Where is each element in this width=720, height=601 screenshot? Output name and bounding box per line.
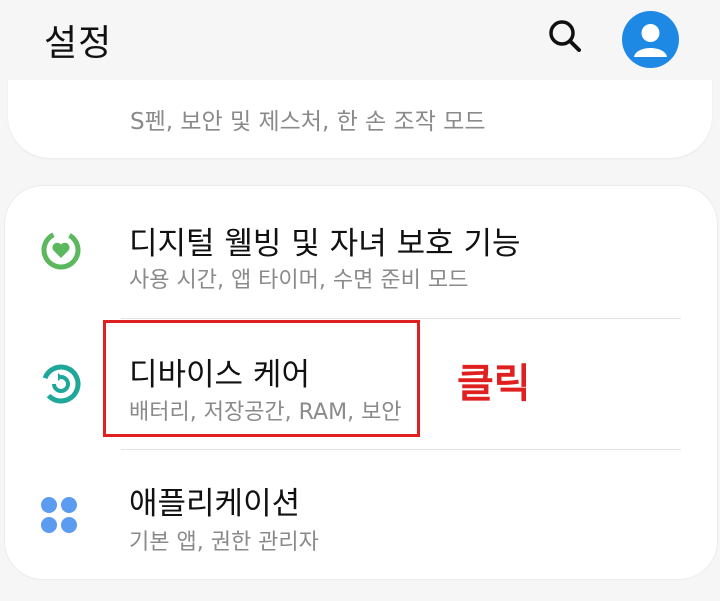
previous-settings-item[interactable]: S펜, 보안 및 제스처, 한 손 조작 모드 [8, 80, 712, 158]
account-icon [634, 24, 667, 57]
previous-item-subtitle: S펜, 보안 및 제스처, 한 손 조작 모드 [130, 109, 486, 135]
device-care-icon [37, 360, 85, 408]
settings-item-digital-wellbeing[interactable]: 디지털 웰빙 및 자녀 보호 기능 사용 시간, 앱 타이머, 수면 준비 모드 [5, 186, 717, 316]
click-annotation: 클릭 [457, 361, 531, 407]
account-avatar-button[interactable] [622, 11, 679, 68]
digital-wellbeing-icon [37, 226, 85, 274]
highlight-box [103, 320, 420, 437]
settings-item-applications[interactable]: 애플리케이션 기본 앱, 권한 관리자 [5, 450, 717, 580]
settings-item-label: 디지털 웰빙 및 자녀 보호 기능 [129, 226, 521, 262]
search-icon [549, 20, 581, 52]
apps-grid-icon [37, 493, 85, 541]
settings-item-subtitle: 사용 시간, 앱 타이머, 수면 준비 모드 [129, 268, 469, 293]
settings-item-subtitle: 기본 앱, 권한 관리자 [129, 530, 319, 555]
settings-item-label: 애플리케이션 [129, 486, 301, 522]
search-button[interactable] [545, 16, 585, 56]
app-header: 설정 [0, 0, 720, 80]
page-title: 설정 [44, 23, 113, 64]
